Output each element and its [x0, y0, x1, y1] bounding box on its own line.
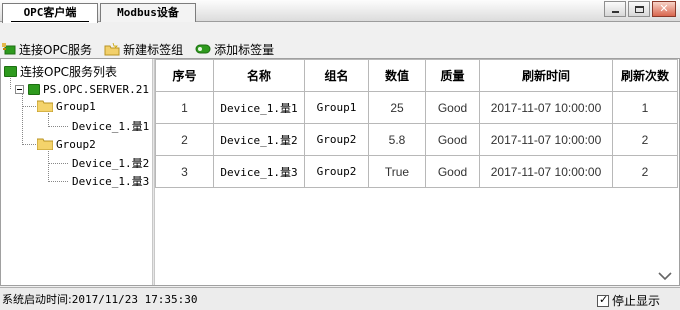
tree-item-node[interactable]: Device_1.量2 [69, 155, 149, 171]
stop-display-checkbox[interactable] [596, 293, 609, 307]
cell-group: Group1 [304, 91, 369, 124]
tab-modbus-device-label: Modbus设备 [117, 6, 179, 19]
tree-item-label: Device_1.量3 [72, 175, 150, 188]
new-folder-icon [104, 42, 120, 55]
cell-refresh-time: 2017-11-07 10:00:00 [479, 123, 613, 156]
connect-opc-label: 连接OPC服务 [19, 42, 93, 57]
add-tag-label: 添加标签量 [214, 42, 275, 57]
main-panel: 连接OPC服务列表 PS.OPC.SERVER.21 Group1 Device… [0, 58, 680, 286]
cell-refresh-count: 1 [612, 91, 678, 124]
new-tag-group-button[interactable]: 新建标签组 [104, 41, 183, 58]
tree-group-node[interactable]: Group1 [37, 98, 96, 114]
add-tag-icon [195, 44, 211, 54]
minimize-button[interactable] [604, 1, 626, 17]
cell-index: 2 [155, 123, 214, 156]
cell-value: True [368, 155, 426, 188]
column-header[interactable]: 刷新次数 [612, 59, 678, 92]
tab-modbus-device[interactable]: Modbus设备 [100, 3, 196, 22]
folder-icon [37, 138, 53, 150]
add-tag-button[interactable]: 添加标签量 [195, 41, 274, 58]
column-header[interactable]: 序号 [155, 59, 214, 92]
cell-index: 3 [155, 155, 214, 188]
tag-table: 序号 名称 组名 数值 质量 刷新时间 刷新次数 1 Device_1.量1 G… [155, 59, 678, 188]
cell-refresh-time: 2017-11-07 10:00:00 [479, 155, 613, 188]
close-button[interactable]: ✕ [652, 1, 676, 17]
chevron-down-icon[interactable] [657, 269, 673, 283]
table-row[interactable]: 1 Device_1.量1 Group1 25 Good 2017-11-07 … [155, 91, 678, 124]
connect-opc-button[interactable]: 连接OPC服务 [2, 41, 92, 58]
tree-server-label: PS.OPC.SERVER.21 [43, 82, 149, 96]
table-row[interactable]: 2 Device_1.量2 Group2 5.8 Good 2017-11-07… [155, 123, 678, 156]
app-window: OPC客户端 Modbus设备 ✕ 连接OPC服务 新建标签组 添加标签量 连接… [0, 0, 680, 310]
cell-name: Device_1.量2 [213, 123, 305, 156]
tree-group-label: Group1 [56, 99, 96, 113]
status-bar: 系统启动时间: 2017/11/23 17:35:30 停止显示 [0, 287, 680, 310]
collapse-toggle-icon[interactable] [15, 84, 24, 94]
start-time-value: 2017/11/23 17:35:30 [71, 292, 198, 306]
column-header[interactable]: 数值 [368, 59, 426, 92]
toolbar: 连接OPC服务 新建标签组 添加标签量 [0, 40, 680, 58]
cell-quality: Good [425, 123, 480, 156]
plug-icon [2, 43, 16, 55]
new-tag-group-label: 新建标签组 [123, 42, 184, 57]
table-header-row: 序号 名称 组名 数值 质量 刷新时间 刷新次数 [155, 59, 678, 92]
maximize-icon [635, 6, 644, 13]
start-time-label: 系统启动时间: [2, 293, 72, 306]
column-header[interactable]: 刷新时间 [479, 59, 613, 92]
tree-root[interactable]: 连接OPC服务列表 [4, 63, 117, 79]
tree-item-label: Device_1.量1 [72, 120, 150, 133]
tree-item-label: Device_1.量2 [72, 157, 150, 170]
cell-group: Group2 [304, 155, 369, 188]
tag-table-area: 序号 名称 组名 数值 质量 刷新时间 刷新次数 1 Device_1.量1 G… [155, 59, 679, 285]
stop-display-label: 停止显示 [611, 294, 660, 308]
stop-display-toggle[interactable]: 停止显示 [596, 292, 660, 309]
folder-icon [37, 100, 53, 112]
tree-item-node[interactable]: Device_1.量1 [69, 118, 149, 134]
cell-name: Device_1.量3 [213, 155, 305, 188]
close-icon: ✕ [659, 2, 669, 15]
column-header[interactable]: 组名 [304, 59, 369, 92]
tree-server-node[interactable]: PS.OPC.SERVER.21 [15, 81, 149, 97]
column-header[interactable]: 质量 [425, 59, 480, 92]
server-icon [28, 83, 40, 95]
tab-opc-client[interactable]: OPC客户端 [2, 3, 98, 23]
cell-refresh-count: 2 [612, 123, 678, 156]
tree-group-node[interactable]: Group2 [37, 136, 96, 152]
cell-value: 25 [368, 91, 426, 124]
tree-group-label: Group2 [56, 137, 96, 151]
cell-name: Device_1.量1 [213, 91, 305, 124]
cell-quality: Good [425, 91, 480, 124]
opc-tree: 连接OPC服务列表 PS.OPC.SERVER.21 Group1 Device… [1, 59, 152, 285]
cell-index: 1 [155, 91, 214, 124]
maximize-button[interactable] [628, 1, 650, 17]
tree-item-node[interactable]: Device_1.量3 [69, 173, 149, 189]
table-row[interactable]: 3 Device_1.量3 Group2 True Good 2017-11-0… [155, 155, 678, 188]
column-header[interactable]: 名称 [213, 59, 305, 92]
cell-value: 5.8 [368, 123, 426, 156]
cell-refresh-time: 2017-11-07 10:00:00 [479, 91, 613, 124]
minimize-icon [612, 11, 619, 13]
tab-strip: OPC客户端 Modbus设备 ✕ [0, 0, 680, 23]
cell-group: Group2 [304, 123, 369, 156]
server-list-icon [4, 65, 17, 77]
tab-opc-client-label: OPC客户端 [23, 6, 77, 19]
window-controls: ✕ [602, 1, 676, 17]
cell-quality: Good [425, 155, 480, 188]
cell-refresh-count: 2 [612, 155, 678, 188]
tree-root-label: 连接OPC服务列表 [20, 64, 118, 79]
